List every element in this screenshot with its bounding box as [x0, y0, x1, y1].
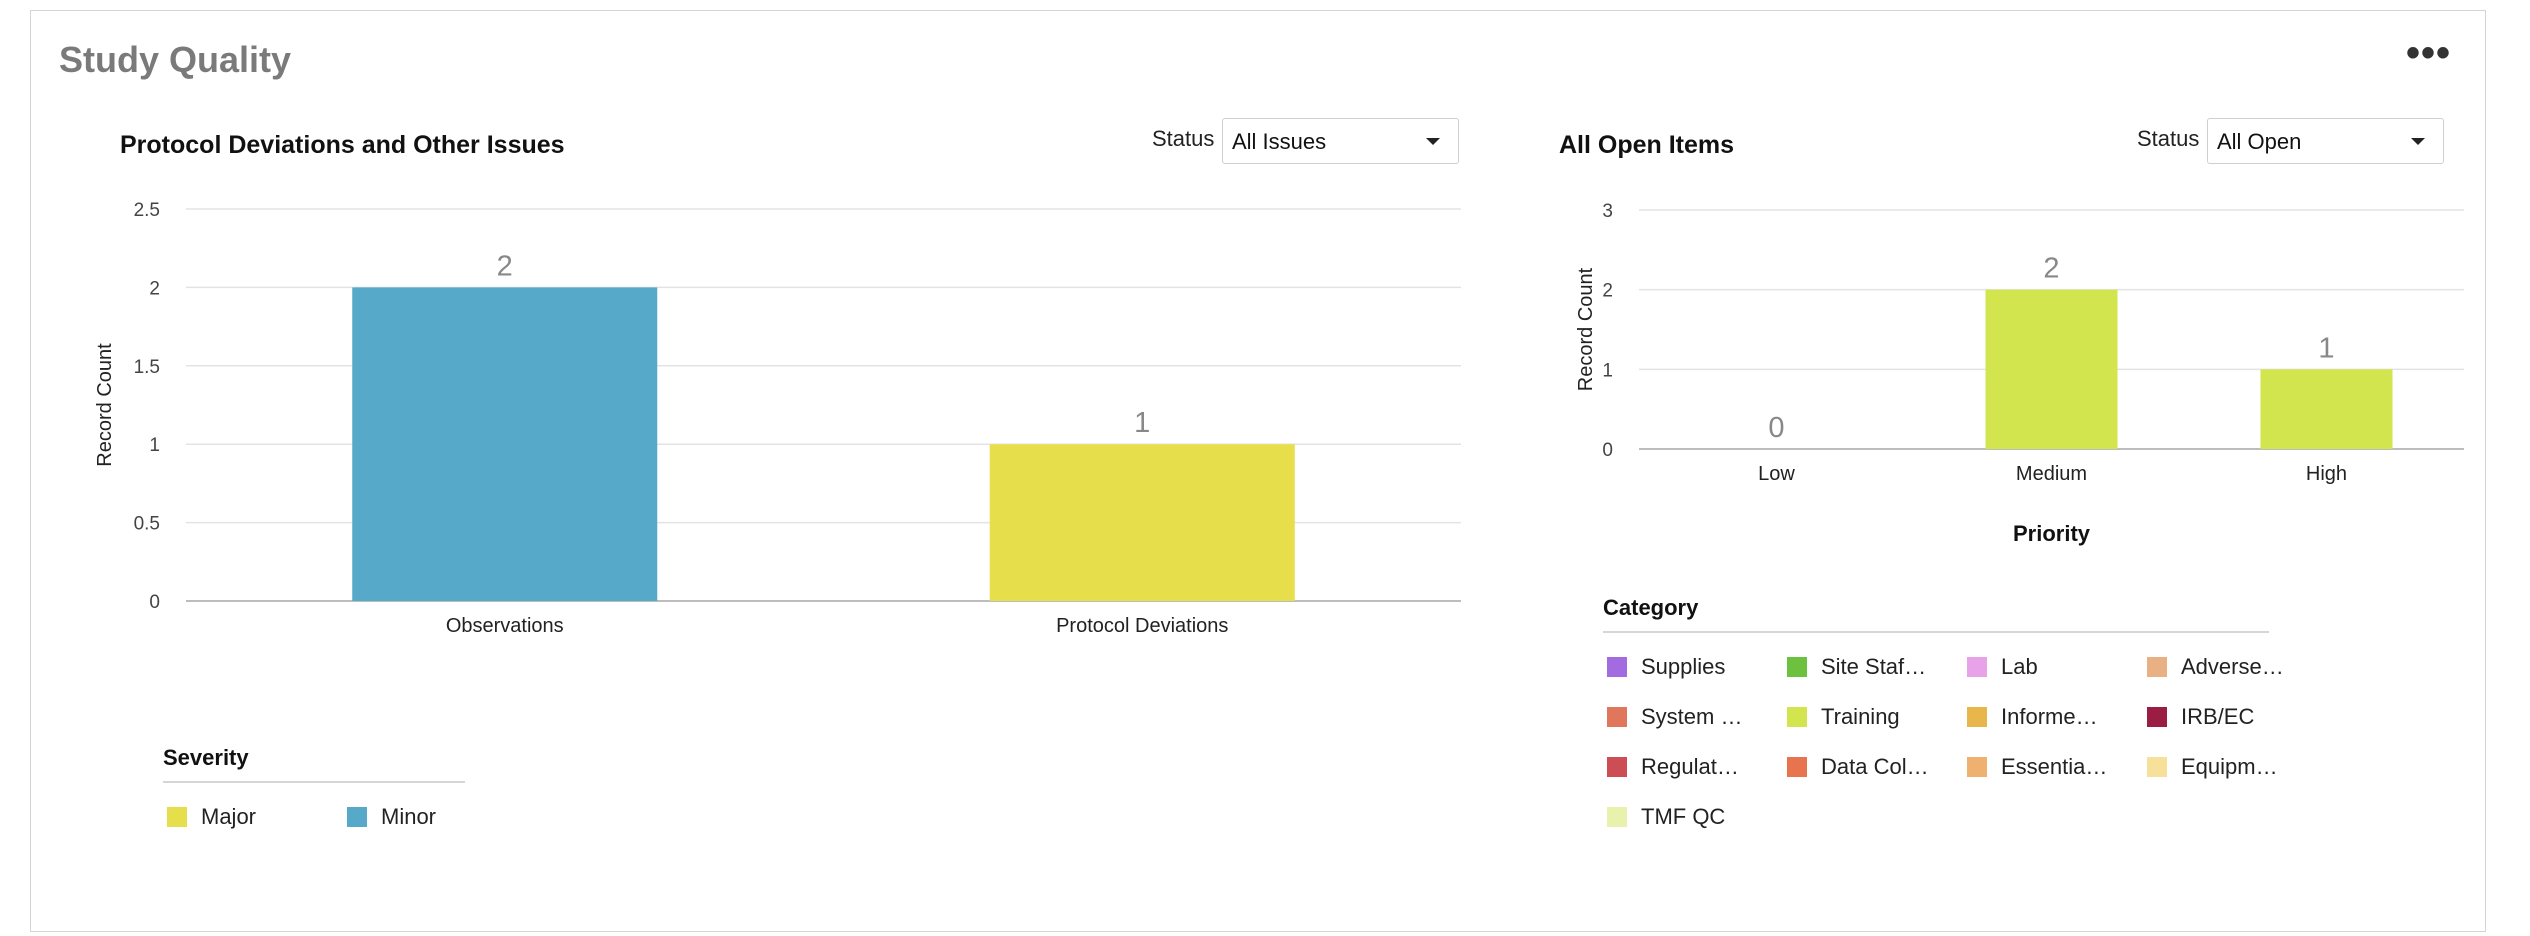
right-chart-data-label: 0	[1768, 412, 1784, 444]
legend-swatch	[167, 807, 187, 827]
legend-label: Equipm…	[2181, 754, 2278, 779]
severity-legend-item[interactable]: Major	[167, 804, 256, 830]
legend-label: Lab	[2001, 654, 2038, 679]
left-chart-y-tick-label: 1.5	[134, 357, 160, 378]
legend-label: System …	[1641, 704, 1743, 729]
right-chart-x-tick-label: Low	[1758, 463, 1795, 485]
legend-label: Site Staf…	[1821, 654, 1927, 679]
legend-swatch	[2147, 707, 2167, 727]
left-chart-bar	[352, 287, 658, 601]
category-legend-item[interactable]: Informe…	[1967, 704, 2098, 730]
right-legend-divider	[1603, 631, 2269, 633]
legend-label: Adverse…	[2181, 654, 2284, 679]
left-chart-y-tick-label: 0.5	[134, 514, 160, 535]
legend-label: TMF QC	[1641, 804, 1726, 829]
legend-swatch	[1607, 707, 1627, 727]
left-chart-data-label: 2	[497, 250, 513, 282]
category-legend-item[interactable]: Data Col…	[1787, 754, 1929, 780]
left-chart-y-tick-label: 2	[149, 278, 160, 299]
right-chart-x-tick-label: High	[2306, 463, 2347, 485]
left-chart-x-tick-label: Protocol Deviations	[1056, 615, 1228, 637]
left-chart-bar	[989, 444, 1295, 601]
category-legend-item[interactable]: Regulat…	[1607, 754, 1739, 780]
left-chart-data-label: 1	[1134, 407, 1150, 439]
legend-label: Essentia…	[2001, 754, 2108, 779]
right-chart-bar	[2260, 369, 2393, 449]
right-chart-y-tick-label: 0	[1602, 440, 1613, 461]
category-legend-item[interactable]: Supplies	[1607, 654, 1725, 680]
legend-swatch	[1967, 657, 1987, 677]
category-legend-item[interactable]: System …	[1607, 704, 1742, 730]
legend-swatch	[1607, 757, 1627, 777]
legend-label: Informe…	[2001, 704, 2098, 729]
legend-swatch	[2147, 657, 2167, 677]
legend-label: Regulat…	[1641, 754, 1739, 779]
legend-swatch	[1787, 657, 1807, 677]
category-legend-item[interactable]: TMF QC	[1607, 804, 1725, 830]
right-bar-chart: 0 1 2 3 0 Low 2 Medium 1 High Record Count Priority	[1575, 201, 2464, 546]
left-legend-title: Severity	[163, 745, 249, 770]
left-chart-y-tick-label: 1	[149, 435, 160, 456]
left-chart-y-tick-label: 2.5	[134, 200, 160, 221]
right-chart-y-tick-label: 3	[1602, 201, 1613, 222]
legend-label: Training	[1821, 704, 1900, 729]
right-chart-y-tick-label: 2	[1602, 281, 1613, 302]
category-legend-item[interactable]: Training	[1787, 704, 1900, 730]
right-chart-bar	[1985, 289, 2118, 449]
legend-swatch	[347, 807, 367, 827]
left-bar-chart: 0 0.5 1 1.5 2 2.5 2 Observations 1 Protocol Devia…	[94, 200, 1461, 637]
category-legend-item[interactable]: Equipm…	[2147, 754, 2278, 780]
category-legend-item[interactable]: Adverse…	[2147, 654, 2284, 680]
legend-swatch	[1787, 707, 1807, 727]
right-chart-y-axis-label: Record Count	[1575, 267, 1597, 391]
right-chart-y-tick-label: 1	[1602, 360, 1613, 381]
legend-swatch	[1967, 707, 1987, 727]
category-legend-item[interactable]: Essentia…	[1967, 754, 2107, 780]
legend-label: Data Col…	[1821, 754, 1929, 779]
right-legend-title: Category	[1603, 595, 1699, 620]
legend-label: Major	[201, 804, 257, 829]
study-quality-card: Study Quality ••• Protocol Deviations an…	[30, 10, 2486, 932]
right-chart-data-label: 1	[2318, 332, 2334, 364]
legend-swatch	[1787, 757, 1807, 777]
legend-swatch	[1607, 807, 1627, 827]
right-chart-data-label: 2	[2043, 253, 2059, 285]
left-chart-y-axis-label: Record Count	[94, 343, 116, 467]
legend-swatch	[1607, 657, 1627, 677]
category-legend-item[interactable]: Site Staf…	[1787, 654, 1926, 680]
legend-swatch	[1967, 757, 1987, 777]
left-legend-divider	[163, 781, 465, 783]
legend-label: Supplies	[1641, 654, 1726, 679]
category-legend-item[interactable]: IRB/EC	[2147, 704, 2254, 730]
legend-label: Minor	[381, 804, 437, 829]
right-chart-x-tick-label: Medium	[2016, 463, 2087, 485]
severity-legend-item[interactable]: Minor	[347, 804, 436, 830]
category-legend-item[interactable]: Lab	[1967, 654, 2038, 680]
legend-label: IRB/EC	[2181, 704, 2255, 729]
right-chart-x-axis-label: Priority	[2013, 521, 2091, 546]
left-chart-y-tick-label: 0	[149, 592, 160, 613]
left-chart-x-tick-label: Observations	[446, 615, 564, 637]
legend-swatch	[2147, 757, 2167, 777]
